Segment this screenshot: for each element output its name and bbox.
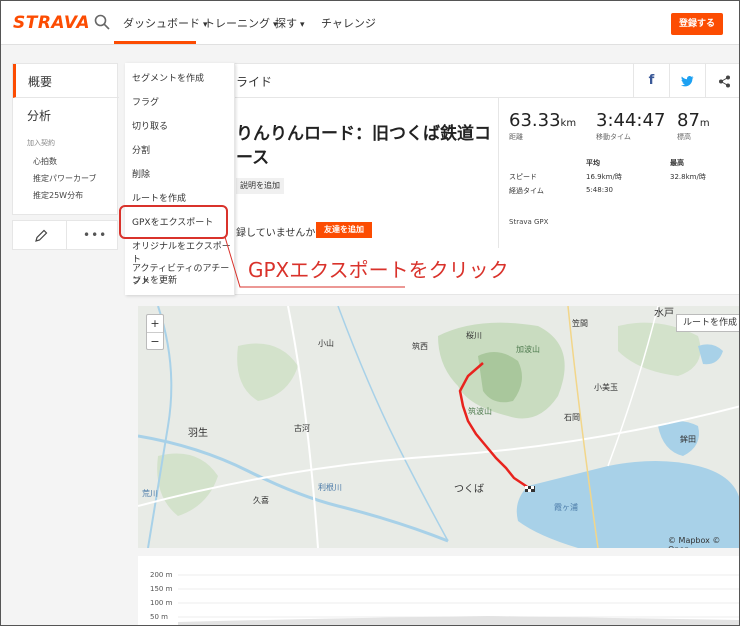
map-label: 加波山 [516,345,540,354]
elevation-grid [178,574,739,625]
map-label: 桜川 [466,331,482,340]
map-label: 荒川 [142,489,158,498]
map-label: 笠間 [572,319,588,328]
zoom-in-button[interactable]: + [147,315,163,332]
map-attribution[interactable]: © Mapbox © Open [668,536,739,548]
map-background [138,306,739,548]
elevation-tick: 50 m [150,613,168,621]
elevation-tick: 200 m [150,571,173,579]
map-label: 霞ヶ浦 [554,503,578,512]
map-label: 久喜 [253,496,269,505]
map-label: 小美玉 [594,383,618,392]
app-window: STRAVA ダッシュボード ▾ トレーニング ▾ 探す ▾ チャレンジ 登録する 概… [0,0,740,626]
map-label: 筑波山 [468,407,492,416]
zoom-out-button[interactable]: − [147,332,163,349]
map-label: つくば [454,484,484,495]
map-label: 水戸 [654,308,674,319]
elevation-tick: 100 m [150,599,173,607]
map-label: 古河 [294,424,310,433]
elevation-chart: 200 m 150 m 100 m 50 m [138,556,739,625]
map-label: 石岡 [564,413,580,422]
map-zoom-control: + − [146,314,164,350]
elevation-tick: 150 m [150,585,173,593]
map-label: 鉾田 [680,435,696,444]
map-label: 小山 [318,339,334,348]
route-map[interactable]: + − ルートを作成 水戸 笠間 桜川 筑西 小山 加波山 小美玉 石岡 筑波山… [138,306,739,548]
map-create-route-button[interactable]: ルートを作成 [676,314,739,332]
map-label: 羽生 [188,428,208,439]
map-label: 利根川 [318,483,342,492]
annotation-text: GPXエクスポートをクリック [248,258,509,282]
map-label: 筑西 [412,342,428,351]
